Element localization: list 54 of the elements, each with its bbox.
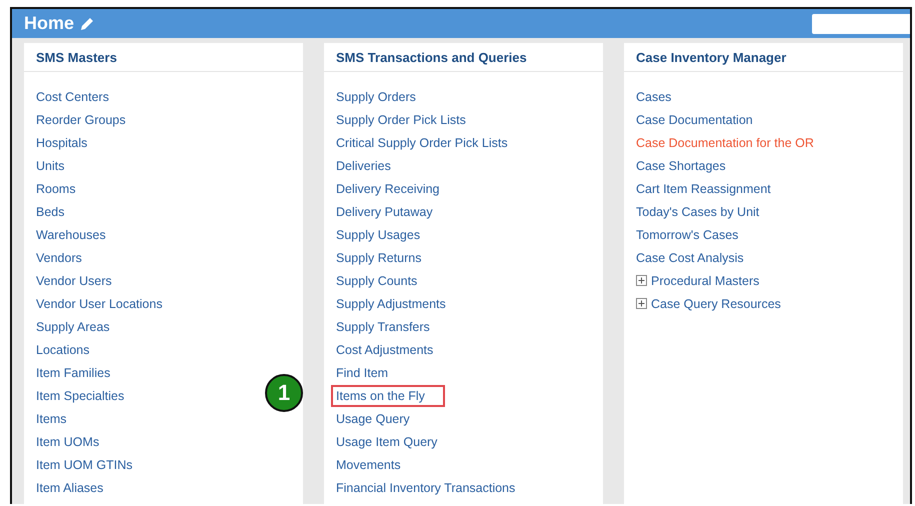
- menu-link[interactable]: Today's Cases by Unit: [636, 204, 760, 218]
- menu-link[interactable]: Items on the Fly: [331, 384, 445, 406]
- panel-title: SMS Masters: [24, 43, 303, 72]
- menu-link[interactable]: Usage Query: [336, 412, 410, 426]
- menu-link[interactable]: Case Documentation for the OR: [636, 136, 814, 150]
- menu-link[interactable]: Supply Transfers: [336, 320, 430, 334]
- menu-link[interactable]: Units: [36, 158, 64, 172]
- page-title: Home: [24, 13, 74, 34]
- menu-link[interactable]: Supply Orders: [336, 90, 416, 104]
- menu-link[interactable]: Find Item: [336, 366, 388, 380]
- menu-link[interactable]: Hospitals: [36, 136, 88, 150]
- menu-link[interactable]: Supply Order Pick Lists: [336, 112, 466, 126]
- menu-link[interactable]: Case Cost Analysis: [636, 250, 744, 264]
- menu-link[interactable]: Procedural Masters: [651, 274, 760, 288]
- menu-link[interactable]: Rooms: [36, 182, 76, 196]
- menu-link[interactable]: Financial Inventory Transactions: [336, 480, 516, 494]
- menu-link[interactable]: Item UOM GTINs: [36, 458, 133, 472]
- menu-link[interactable]: Cart Item Reassignment: [636, 182, 771, 196]
- menu-link[interactable]: Items: [36, 412, 67, 426]
- menu-link[interactable]: Case Shortages: [636, 158, 726, 172]
- menu-link[interactable]: Vendor User Locations: [36, 296, 162, 310]
- menu-link[interactable]: Delivery Putaway: [336, 204, 433, 218]
- menu-link[interactable]: Item Specialties: [36, 388, 124, 402]
- menu-link[interactable]: Case Query Resources: [651, 296, 781, 310]
- menu-link[interactable]: Item UOMs: [36, 434, 100, 448]
- menu-link[interactable]: Deliveries: [336, 158, 391, 172]
- menu-link[interactable]: Locations: [36, 342, 90, 356]
- menu-link[interactable]: Beds: [36, 204, 64, 218]
- pencil-icon[interactable]: [80, 16, 94, 30]
- menu-link[interactable]: Usage Item Query: [336, 434, 438, 448]
- menu-link[interactable]: Supply Usages: [336, 228, 420, 242]
- menu-link[interactable]: Reorder Groups: [36, 112, 126, 126]
- search-field[interactable]: [812, 14, 910, 34]
- menu-link[interactable]: Cases: [636, 90, 672, 104]
- expand-icon[interactable]: [636, 275, 647, 286]
- menu-link[interactable]: Tomorrow's Cases: [636, 228, 738, 242]
- menu-link[interactable]: Supply Adjustments: [336, 296, 446, 310]
- menu-link[interactable]: Supply Returns: [336, 250, 422, 264]
- menu-link[interactable]: Warehouses: [36, 228, 106, 242]
- panel-title: Case Inventory Manager: [624, 43, 903, 72]
- menu-link[interactable]: Case Documentation: [636, 112, 753, 126]
- menu-link[interactable]: Cost Adjustments: [336, 342, 434, 356]
- menu-link[interactable]: Movements: [336, 458, 401, 472]
- menu-link[interactable]: Delivery Receiving: [336, 182, 440, 196]
- menu-link[interactable]: Cost Centers: [36, 90, 109, 104]
- menu-link[interactable]: Critical Supply Order Pick Lists: [336, 136, 508, 150]
- menu-link[interactable]: Supply Counts: [336, 274, 418, 288]
- menu-link[interactable]: Vendors: [36, 250, 82, 264]
- menu-link[interactable]: Item Families: [36, 366, 110, 380]
- menu-link[interactable]: Vendor Users: [36, 274, 112, 288]
- menu-link[interactable]: Item Aliases: [36, 480, 104, 494]
- expand-icon[interactable]: [636, 298, 647, 309]
- menu-link[interactable]: Supply Areas: [36, 320, 110, 334]
- panel-title: SMS Transactions and Queries: [324, 43, 603, 72]
